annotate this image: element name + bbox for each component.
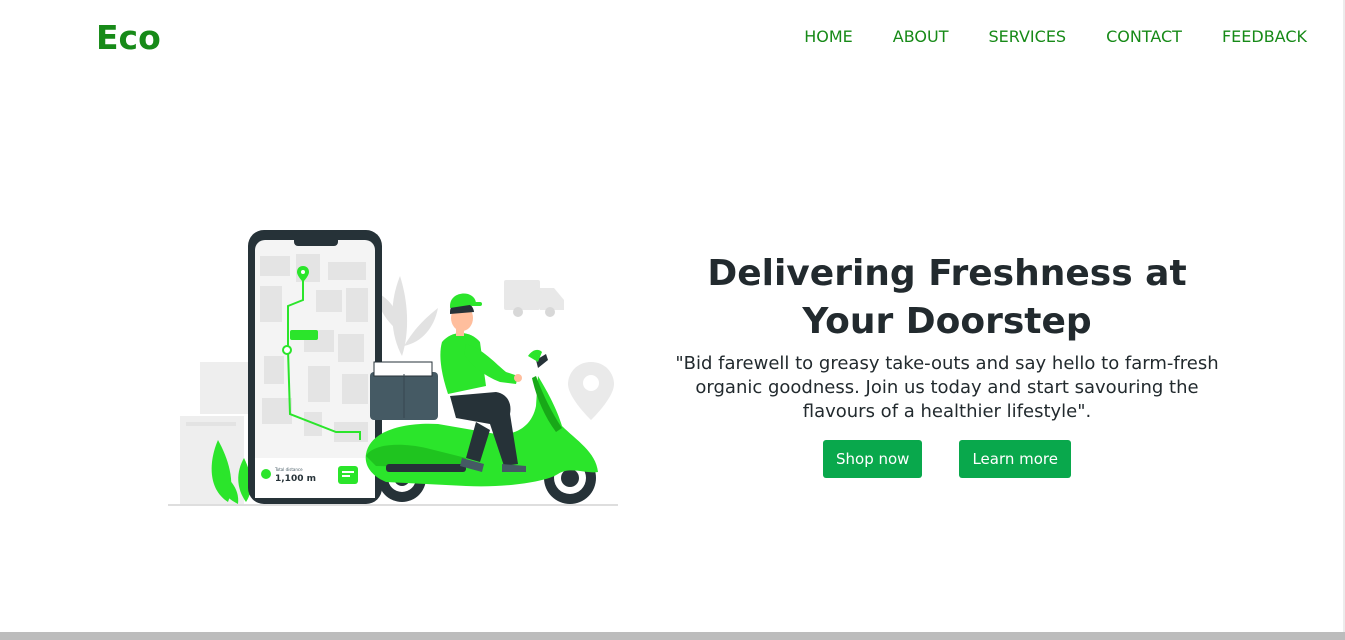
- nav-link-about[interactable]: ABOUT: [893, 26, 949, 48]
- distance-value: 1,100 m: [275, 474, 316, 484]
- horizontal-scrollbar[interactable]: [0, 632, 1345, 640]
- hero-subtitle: "Bid farewell to greasy take-outs and sa…: [675, 353, 1219, 422]
- nav-link-contact[interactable]: CONTACT: [1106, 26, 1182, 48]
- background-box: [200, 362, 250, 414]
- hero-buttons: Shop now Learn more: [672, 440, 1222, 478]
- hero-title: Delivering Freshness at Your Doorstep: [672, 250, 1222, 346]
- delivery-illustration: Total distance 1,100 m: [168, 230, 618, 506]
- phone-mockup: Total distance 1,100 m: [248, 230, 382, 504]
- nav-link-feedback[interactable]: FEEDBACK: [1222, 26, 1307, 48]
- truck-icon: [504, 280, 564, 317]
- distance-caption: Total distance: [274, 467, 303, 472]
- brand-logo[interactable]: Eco: [96, 16, 161, 60]
- shop-now-button[interactable]: Shop now: [823, 440, 923, 478]
- background-plant-icon: [376, 276, 438, 356]
- hero-title-line-1: Delivering Freshness at: [707, 253, 1187, 294]
- learn-more-button[interactable]: Learn more: [959, 440, 1071, 478]
- page: Eco HOME ABOUT SERVICES CONTACT FEEDBACK: [0, 0, 1345, 640]
- main-nav: HOME ABOUT SERVICES CONTACT FEEDBACK: [764, 26, 1307, 48]
- location-pin-icon: [568, 362, 614, 420]
- nav-link-home[interactable]: HOME: [804, 26, 853, 48]
- hero-title-line-2: Your Doorstep: [802, 301, 1092, 342]
- nav-link-services[interactable]: SERVICES: [988, 26, 1066, 48]
- hero-section: Delivering Freshness at Your Doorstep "B…: [672, 250, 1222, 478]
